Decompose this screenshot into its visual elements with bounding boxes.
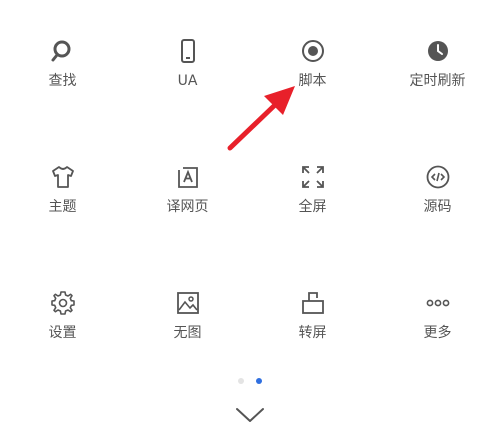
menu-item-label: 设置 [48,325,77,341]
menu-item-label: 主题 [48,199,77,215]
clock-icon [425,38,451,64]
menu-item-find[interactable]: 查找 [0,38,125,118]
menu-item-source[interactable]: 源码 [375,164,500,244]
translate-icon [175,164,201,190]
menu-item-rotate-screen[interactable]: 转屏 [250,290,375,370]
menu-item-label: 源码 [423,199,452,215]
more-icon [425,290,451,316]
chevron-down-icon [236,408,264,422]
menu-item-theme[interactable]: 主题 [0,164,125,244]
menu-item-label: 脚本 [298,73,327,89]
search-icon [50,38,76,64]
rotate-icon [300,290,326,316]
menu-item-settings[interactable]: 设置 [0,290,125,370]
browser-menu-panel: 查找 UA 脚本 定时刷新 主题 译网页 全屏 源码 设置 无图 转屏 更多 [0,0,500,440]
menu-item-no-images[interactable]: 无图 [125,290,250,370]
menu-item-label: 查找 [48,73,77,89]
menu-item-timed-refresh[interactable]: 定时刷新 [375,38,500,118]
menu-item-ua[interactable]: UA [125,38,250,118]
script-icon [300,38,326,64]
phone-icon [175,38,201,64]
menu-item-label: 更多 [423,325,452,341]
menu-item-label: 定时刷新 [409,73,466,89]
menu-item-fullscreen[interactable]: 全屏 [250,164,375,244]
shirt-icon [50,164,76,190]
menu-item-label: 全屏 [298,199,327,215]
image-icon [175,290,201,316]
menu-item-label: UA [177,73,198,89]
menu-item-label: 无图 [173,325,202,341]
page-indicator [0,378,500,388]
menu-item-script[interactable]: 脚本 [250,38,375,118]
menu-item-translate[interactable]: 译网页 [125,164,250,244]
menu-item-label: 译网页 [166,199,209,215]
menu-item-more[interactable]: 更多 [375,290,500,370]
code-icon [425,164,451,190]
page-dot-1[interactable] [238,378,244,384]
menu-item-label: 转屏 [298,325,327,341]
fullscreen-icon [300,164,326,190]
page-dot-2-active[interactable] [256,378,262,384]
gear-icon [50,290,76,316]
collapse-menu-button[interactable] [234,404,266,426]
